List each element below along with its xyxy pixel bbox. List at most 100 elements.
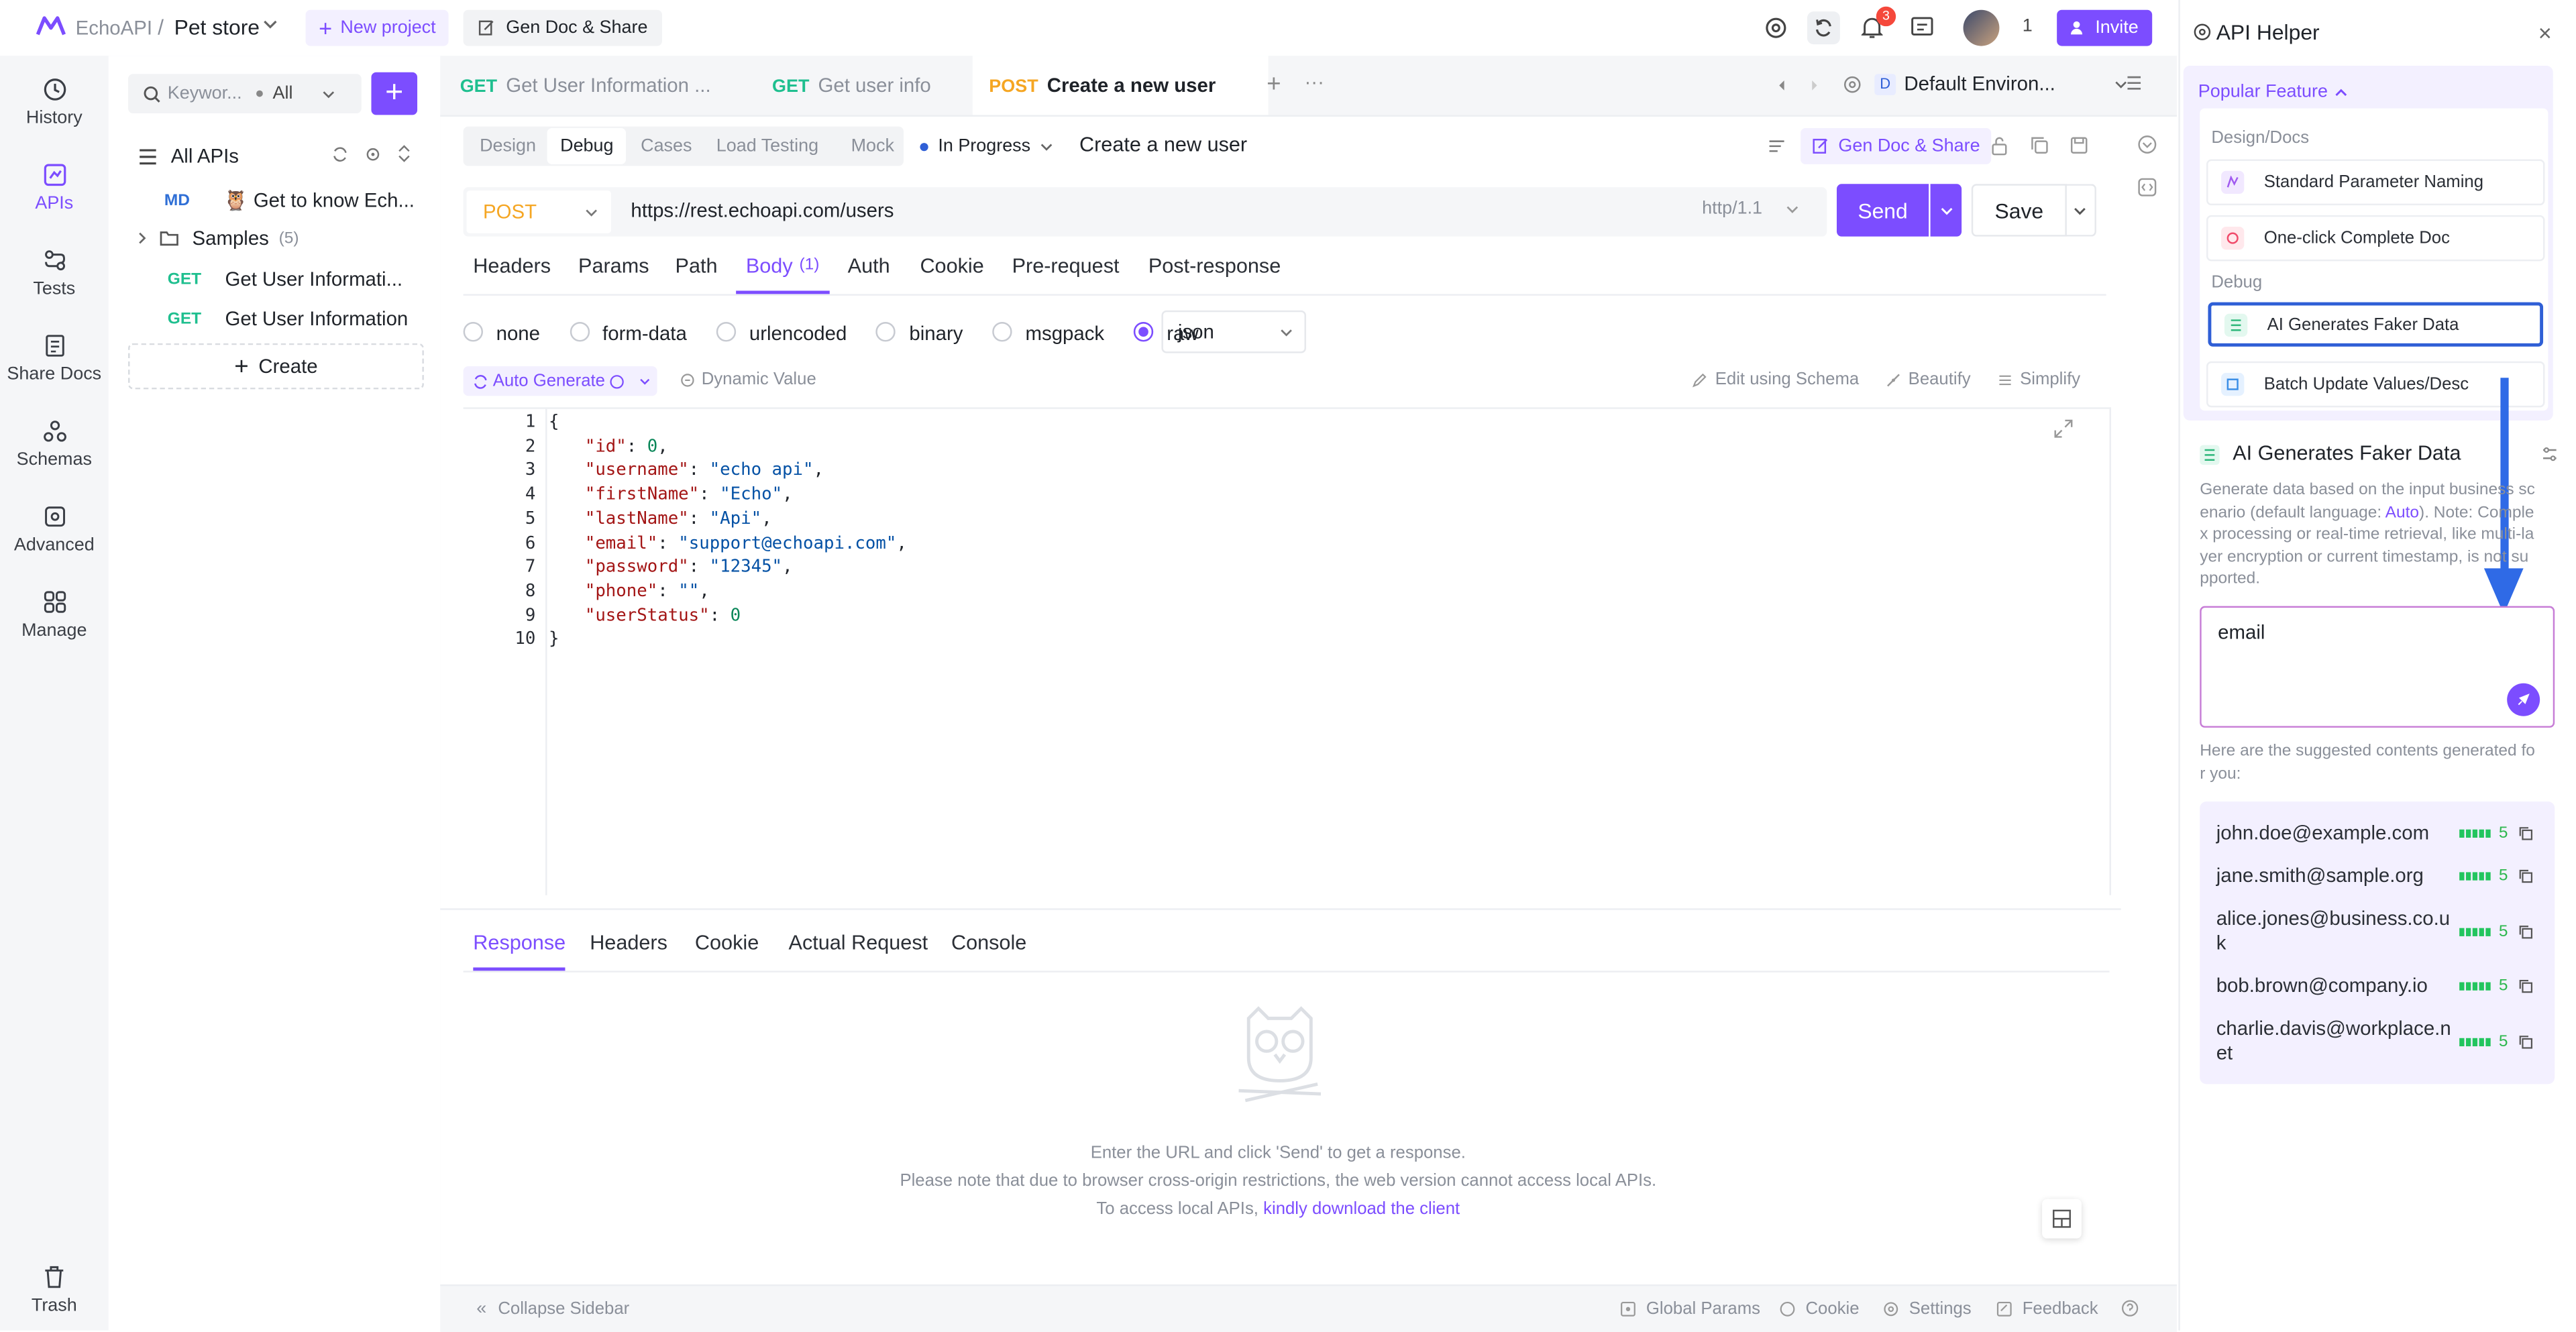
nav-trash[interactable]: Trash [0,1262,109,1316]
radio-binary[interactable]: binary [876,322,963,345]
save-options-button[interactable] [2065,184,2096,237]
gen-doc-share-button[interactable]: Gen Doc & Share [463,9,663,46]
tree-item-get-user-info-1[interactable]: GET Get User Informati... [168,263,431,296]
scenario-input[interactable]: email [2200,606,2555,728]
nav-apis[interactable]: APIs [0,160,109,213]
help-circle-icon[interactable] [2121,1299,2139,1317]
request-name[interactable]: Create a new user [1079,133,1247,156]
collapse-circle-icon[interactable] [2137,135,2157,154]
subtab-design[interactable]: Design [467,128,549,164]
feature-batch-update-values[interactable]: Batch Update Values/Desc [2206,361,2545,408]
collapse-sidebar-button[interactable]: « Collapse Sidebar [476,1286,629,1332]
copy-icon[interactable] [2518,979,2532,994]
status-select[interactable]: In Progress [920,131,1053,161]
feature-standard-parameter-naming[interactable]: Standard Parameter Naming [2206,159,2545,206]
body-format-select[interactable]: json [1161,310,1306,353]
dynamic-value-button[interactable]: Dynamic Value [680,370,816,389]
save-disk-icon[interactable] [2070,136,2088,154]
edit-using-schema-button[interactable]: Edit using Schema [1692,370,1859,389]
radio-msgpack[interactable]: msgpack [992,322,1104,345]
simplify-button[interactable]: Simplify [1997,370,2080,389]
tab-path[interactable]: Path [676,241,718,290]
sort-lines-icon[interactable] [1768,138,1786,154]
tree-all-apis[interactable]: All APIs [138,140,427,172]
tab-get-user-info[interactable]: GET Get user info [772,56,969,115]
settings-sliders-icon[interactable] [2542,447,2558,461]
subtab-load-testing[interactable]: Load Testing [703,128,831,164]
feature-ai-generates-faker-data[interactable]: AI Generates Faker Data [2208,302,2544,347]
environment-select[interactable]: D Default Environ... [1843,66,2129,102]
tab-post-response[interactable]: Post-response [1148,241,1281,290]
tab-actual-request[interactable]: Actual Request [789,918,928,967]
nav-advanced[interactable]: Advanced [0,501,109,555]
tab-create-new-user[interactable]: POST Create a new user [972,56,1269,115]
tab-response[interactable]: Response [473,918,566,971]
cookie-button[interactable]: Cookie [1779,1286,1860,1332]
nav-manage[interactable]: Manage [0,586,109,641]
filter-select[interactable]: All [273,84,322,103]
send-options-button[interactable] [1930,184,1962,237]
menu-icon[interactable] [2126,76,2142,91]
sync-icon[interactable] [1807,11,1840,45]
download-client-link[interactable]: kindly download the client [1263,1199,1460,1219]
messages-icon[interactable] [1911,16,1933,38]
nav-history[interactable]: History [0,74,109,128]
subtab-cases[interactable]: Cases [628,128,706,164]
copy-icon[interactable] [2518,826,2532,841]
auto-generate-button[interactable]: Auto Generate [463,366,657,396]
chevron-left-icon[interactable] [1778,79,1786,93]
lock-icon[interactable] [1991,136,2007,156]
layout-toggle-icon[interactable] [2042,1199,2082,1239]
code-editor[interactable]: 1 {2 "id": 0, 3 "username": "echo api", 4 "fir… [463,407,2111,895]
subtab-debug[interactable]: Debug [547,128,627,164]
tab-params[interactable]: Params [578,241,649,290]
add-api-button[interactable]: + [371,72,418,115]
locate-icon[interactable] [365,146,381,162]
tab-auth[interactable]: Auth [848,241,890,290]
tree-item-get-user-info-2[interactable]: GET Get User Information [168,302,431,335]
nav-tests[interactable]: Tests [0,245,109,299]
gen-doc-share-button-secondary[interactable]: Gen Doc & Share [1801,128,1992,164]
fullscreen-icon[interactable] [2053,419,2073,438]
expand-collapse-icon[interactable] [398,145,411,163]
code-snippet-icon[interactable] [2137,177,2157,197]
send-button[interactable]: Send [1836,184,1929,237]
save-button[interactable]: Save [1971,184,2067,237]
ai-assistant-icon[interactable] [1764,16,1787,39]
avatar[interactable] [1963,9,2000,46]
tab-get-user-information[interactable]: GET Get User Information ... [460,56,749,115]
copy-icon[interactable] [2518,1035,2532,1050]
method-select[interactable]: POST [466,190,612,233]
refresh-icon[interactable] [332,146,348,162]
create-button[interactable]: + Create [128,343,424,390]
beautify-button[interactable]: Beautify [1885,370,1971,389]
copy-icon[interactable] [2518,925,2532,940]
radio-urlencoded[interactable]: urlencoded [716,322,847,345]
tab-body[interactable]: Body (1) [736,241,830,294]
copy-icon[interactable] [2518,869,2532,884]
search-input[interactable]: Keywor... All [128,74,362,113]
generate-rocket-icon[interactable] [2507,683,2540,716]
tab-cookie[interactable]: Cookie [920,241,983,290]
tab-response-headers[interactable]: Headers [590,918,667,967]
global-params-button[interactable]: Global Params [1620,1286,1760,1332]
invite-button[interactable]: Invite [2057,9,2153,46]
url-input[interactable]: https://rest.echoapi.com/users [631,199,1649,221]
popular-feature-toggle[interactable]: Popular Feature [2198,82,2348,102]
chevron-right-icon[interactable] [1811,79,1819,93]
nav-schemas[interactable]: Schemas [0,416,109,469]
settings-button[interactable]: Settings [1883,1286,1972,1332]
tab-response-cookie[interactable]: Cookie [695,918,759,967]
tab-console[interactable]: Console [951,918,1026,967]
more-tabs-icon[interactable]: ··· [1305,70,1324,93]
radio-form-data[interactable]: form-data [570,322,687,345]
chevron-down-icon[interactable] [263,19,278,30]
subtab-mock[interactable]: Mock [838,128,908,164]
tree-item-md[interactable]: MD 🦉 Get to know Ech... [164,184,427,217]
tab-headers[interactable]: Headers [473,241,551,290]
tree-item-samples[interactable]: Samples (5) [138,222,427,255]
radio-none[interactable]: none [463,322,540,345]
close-icon[interactable]: × [2538,19,2552,46]
project-selector[interactable]: Pet store [174,15,260,40]
nav-share-docs[interactable]: Share Docs [0,330,109,384]
